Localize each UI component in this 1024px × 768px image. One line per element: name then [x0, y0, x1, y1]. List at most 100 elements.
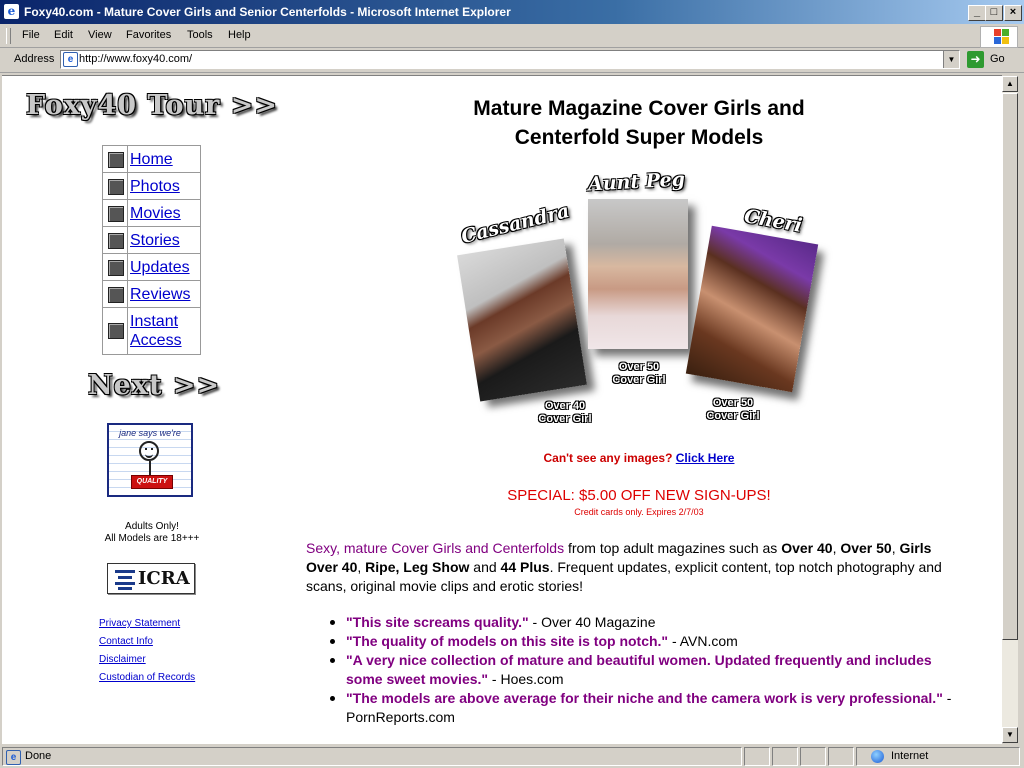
quote-source: - Hoes.com — [488, 671, 564, 687]
address-input[interactable] — [79, 52, 929, 66]
nav-menu: Home Photos Movies Stories Updates Revie… — [102, 145, 201, 355]
icra-logo-icon — [115, 568, 135, 590]
special-offer: SPECIAL: $5.00 OFF NEW SIGN-UPS! — [507, 487, 771, 504]
review-quote: "The quality of models on this site is t… — [330, 632, 970, 651]
menu-bar: File Edit View Favorites Tools Help — [0, 25, 1024, 48]
nav-link-home[interactable]: Home — [130, 150, 173, 169]
status-zone: Internet — [891, 750, 929, 762]
magazine-name: Over 50 — [840, 540, 892, 556]
nav-row-photos: Photos — [103, 173, 200, 200]
bullet-square-icon — [108, 287, 124, 303]
address-field[interactable]: e ▼ — [60, 50, 960, 69]
intro-text: , — [891, 540, 900, 556]
nav-link-updates[interactable]: Updates — [130, 258, 190, 277]
nav-row-home: Home — [103, 146, 200, 173]
model-photo-aunt-peg[interactable] — [588, 199, 688, 349]
status-text: Done — [25, 750, 52, 762]
model-caption-cheri: Over 50 Cover Girl — [698, 397, 768, 423]
bullet-square-icon — [108, 152, 124, 168]
status-pane — [800, 747, 826, 766]
caption-line1: Over 40 — [544, 400, 586, 412]
address-label: Address — [14, 53, 55, 65]
heading-line2: Centerfold Super Models — [514, 126, 764, 149]
bullet-square-icon — [108, 179, 124, 195]
review-quote: "This site screams quality." - Over 40 M… — [330, 613, 970, 632]
menu-tools[interactable]: Tools — [187, 29, 213, 41]
nav-link-instant-access[interactable]: Instant Access — [130, 312, 182, 350]
magazine-name: 44 Plus — [500, 559, 550, 575]
contact-info-link[interactable]: Contact Info — [99, 636, 153, 647]
quality-sign: QUALITY — [131, 475, 173, 489]
review-quote: "A very nice collection of mature and be… — [330, 651, 970, 689]
menu-favorites[interactable]: Favorites — [126, 29, 171, 41]
stick-figure-icon — [149, 461, 151, 475]
bullet-square-icon — [108, 233, 124, 249]
privacy-statement-link[interactable]: Privacy Statement — [99, 618, 180, 629]
menu-edit[interactable]: Edit — [54, 29, 73, 41]
status-zone-pane: Internet — [856, 747, 1020, 766]
model-photo-cassandra[interactable] — [457, 238, 587, 402]
next-title[interactable]: Next >> — [88, 370, 220, 401]
menu-help[interactable]: Help — [228, 29, 251, 41]
quote-text: "This site screams quality." — [346, 614, 529, 630]
scroll-thumb[interactable] — [1002, 93, 1018, 640]
tour-title: Foxy40 Tour >> — [26, 90, 278, 121]
caption-line1: Over 50 — [618, 361, 660, 373]
disclaimer-link[interactable]: Disclaimer — [99, 654, 146, 665]
badge-text: jane says we're — [119, 428, 181, 438]
close-button[interactable]: × — [1004, 5, 1022, 21]
address-dropdown-button[interactable]: ▼ — [943, 51, 959, 68]
bullet-square-icon — [108, 206, 124, 222]
quote-text: "A very nice collection of mature and be… — [346, 652, 932, 687]
magazine-name: Ripe, Leg Show — [365, 559, 470, 575]
nav-link-instant-line1: Instant — [130, 313, 179, 330]
smiley-face-icon — [139, 441, 159, 461]
window-title: Foxy40.com - Mature Cover Girls and Seni… — [24, 5, 511, 19]
page-viewport: Foxy40 Tour >> Home Photos Movies Storie… — [2, 75, 1002, 744]
scroll-up-button[interactable]: ▲ — [1002, 76, 1018, 92]
quote-text: "The quality of models on this site is t… — [346, 633, 669, 649]
nav-row-instant-access: Instant Access — [103, 308, 200, 354]
nav-link-stories[interactable]: Stories — [130, 231, 180, 250]
intro-text: from top adult magazines such as — [564, 540, 782, 556]
window-titlebar: e Foxy40.com - Mature Cover Girls and Se… — [0, 0, 1024, 24]
nav-link-photos[interactable]: Photos — [130, 177, 180, 196]
intro-lead: Sexy, mature Cover Girls and Centerfolds — [306, 540, 565, 556]
nav-link-instant-line2: Access — [130, 332, 182, 349]
icra-label: ICRA — [138, 568, 190, 589]
address-bar: Address e ▼ ➜ Go — [0, 48, 1024, 73]
menu-view[interactable]: View — [88, 29, 112, 41]
quote-source: - Over 40 Magazine — [528, 614, 656, 630]
nav-link-movies[interactable]: Movies — [130, 204, 181, 223]
vertical-scrollbar[interactable]: ▲ ▼ — [1002, 76, 1018, 743]
custodian-of-records-link[interactable]: Custodian of Records — [99, 672, 195, 683]
adults-line1: Adults Only! — [125, 521, 179, 532]
jane-says-quality-badge[interactable]: jane says we're QUALITY — [107, 423, 193, 497]
caption-line2: Cover Girl — [706, 410, 760, 422]
status-bar: e Done Internet — [0, 745, 1024, 768]
windows-logo-icon — [980, 26, 1018, 48]
go-label: Go — [990, 53, 1005, 65]
scroll-down-button[interactable]: ▼ — [1002, 727, 1018, 743]
model-photo-cheri[interactable] — [685, 225, 819, 393]
nav-row-reviews: Reviews — [103, 281, 200, 308]
go-button[interactable]: ➜ Go — [965, 51, 1015, 69]
maximize-button[interactable]: □ — [985, 5, 1003, 21]
review-quotes-list: "This site screams quality." - Over 40 M… — [330, 613, 970, 727]
quote-text: "The models are above average for their … — [346, 690, 943, 706]
minimize-button[interactable]: _ — [968, 5, 986, 21]
nav-link-reviews[interactable]: Reviews — [130, 285, 190, 304]
icra-badge[interactable]: ICRA — [107, 563, 195, 594]
page-done-icon: e — [6, 750, 21, 765]
go-arrow-icon: ➜ — [967, 51, 984, 68]
menu-file[interactable]: File — [22, 29, 40, 41]
toolbar-grip — [6, 28, 11, 44]
click-here-link[interactable]: Click Here — [676, 451, 735, 465]
main-heading: Mature Magazine Cover Girls and Centerfo… — [422, 94, 856, 152]
magazine-name: Over 40 — [781, 540, 833, 556]
special-offer-terms: Credit cards only. Expires 2/7/03 — [574, 507, 704, 517]
adults-only-notice: Adults Only! All Models are 18+++ — [62, 521, 242, 545]
status-pane — [772, 747, 798, 766]
intro-paragraph: Sexy, mature Cover Girls and Centerfolds… — [306, 539, 966, 596]
intro-text: , — [357, 559, 366, 575]
